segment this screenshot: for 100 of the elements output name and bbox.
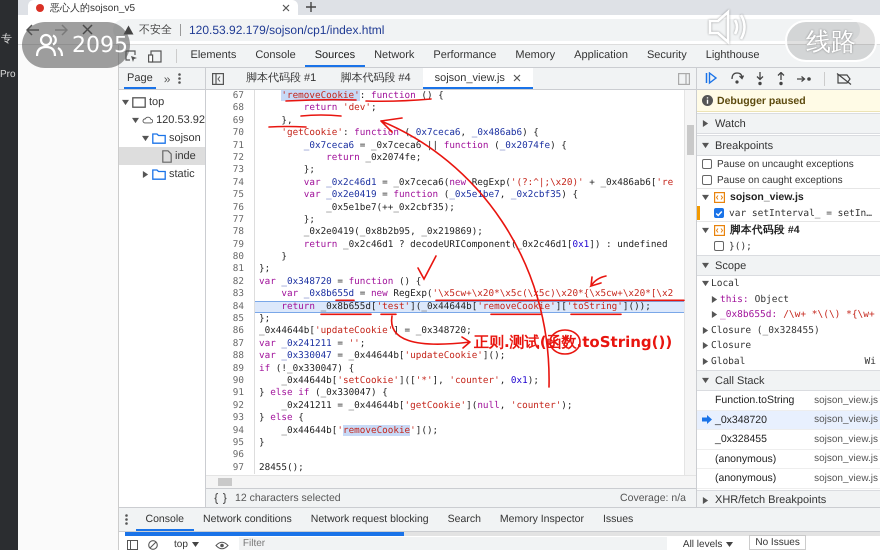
expand-arrow-icon[interactable] xyxy=(702,342,709,350)
panel-tab[interactable]: Security xyxy=(637,45,696,67)
more-options-icon[interactable] xyxy=(178,73,182,84)
panel-tab[interactable]: Elements xyxy=(181,45,246,67)
expand-arrow-icon[interactable] xyxy=(702,226,709,234)
panel-tab[interactable]: Application xyxy=(564,45,638,67)
drawer-tab[interactable]: Issues xyxy=(593,508,643,531)
expand-arrow-icon[interactable] xyxy=(711,311,718,318)
checkbox[interactable] xyxy=(714,241,724,251)
code-line: }; xyxy=(258,263,270,276)
line-number: 69 xyxy=(206,114,255,128)
scope-label: Local xyxy=(711,278,740,290)
call-frame[interactable]: (anonymous) sojson_view.js xyxy=(697,469,880,488)
step-out-icon[interactable] xyxy=(776,72,786,86)
call-frame[interactable]: _0x328455 sojson_view.js xyxy=(697,430,880,450)
file-tab[interactable]: 脚本代码段 #1 xyxy=(234,68,328,89)
deactivate-breakpoints-icon[interactable] xyxy=(836,72,852,84)
context-dropdown[interactable]: top xyxy=(168,539,205,550)
more-options-icon[interactable] xyxy=(125,514,128,525)
close-icon[interactable] xyxy=(512,74,521,82)
pretty-print-icon[interactable] xyxy=(214,492,227,504)
device-icon[interactable] xyxy=(148,50,162,62)
section-header[interactable]: XHR/fetch Breakpoints xyxy=(697,490,880,507)
panel-tab[interactable]: Console xyxy=(246,45,306,67)
expand-arrow-icon[interactable] xyxy=(702,358,709,365)
call-frame[interactable]: _0x348720 sojson_view.js xyxy=(697,410,880,430)
browser-tab[interactable]: 恶心人的sojson_v5 xyxy=(28,0,298,15)
expand-arrow-icon[interactable] xyxy=(702,496,709,504)
expand-arrow-icon[interactable] xyxy=(142,134,149,142)
expand-arrow-icon[interactable] xyxy=(702,280,709,288)
more-tabs-button[interactable]: » xyxy=(164,72,170,86)
panel-tab[interactable]: Memory xyxy=(506,45,565,67)
expand-arrow-icon[interactable] xyxy=(702,120,709,127)
section-header[interactable]: Scope xyxy=(697,255,880,276)
tree-item[interactable]: 120.53.92 xyxy=(119,111,205,129)
checkbox[interactable] xyxy=(702,159,712,169)
section-header[interactable]: Breakpoints xyxy=(697,135,880,156)
drawer-tab[interactable]: Network request blocking xyxy=(301,508,438,531)
file-tab[interactable]: sojson_view.js xyxy=(422,68,533,89)
log-levels-dropdown[interactable]: All levels xyxy=(676,539,740,550)
caret-icon xyxy=(726,542,734,547)
sidebar-toggle-icon[interactable] xyxy=(127,540,138,550)
code-line: 28455(); xyxy=(258,462,304,474)
new-tab-icon[interactable] xyxy=(306,2,316,12)
issues-button[interactable]: No Issues xyxy=(749,535,806,550)
warning-icon xyxy=(123,24,134,34)
back-icon[interactable] xyxy=(26,24,40,36)
eye-icon[interactable] xyxy=(214,541,229,550)
scope-value: Wi xyxy=(864,356,876,367)
clear-icon[interactable] xyxy=(148,540,158,550)
section-title: Watch xyxy=(715,118,746,130)
drawer-tab[interactable]: Network conditions xyxy=(194,508,302,531)
line-number: 93 xyxy=(206,412,255,425)
panel-tab[interactable]: Network xyxy=(364,45,424,67)
video-progress-bar[interactable] xyxy=(125,532,880,536)
checkbox[interactable] xyxy=(714,208,724,218)
script-file-icon xyxy=(714,224,725,236)
close-icon[interactable] xyxy=(282,4,290,12)
step-into-icon[interactable] xyxy=(755,72,765,86)
code-line: _0x2e0419(_0x8b2b95, _0x219869); xyxy=(302,226,483,239)
step-icon[interactable] xyxy=(797,74,813,84)
section-header[interactable]: Watch xyxy=(697,113,880,134)
expand-arrow-icon[interactable] xyxy=(711,296,718,303)
property-value: /\w+ *\(\) *{\w+ xyxy=(783,309,875,320)
expand-arrow-icon[interactable] xyxy=(122,98,129,106)
expand-arrow-icon[interactable] xyxy=(702,142,709,149)
expand-arrow-icon[interactable] xyxy=(132,116,139,124)
expand-arrow-icon[interactable] xyxy=(142,170,149,178)
tree-item[interactable]: sojson xyxy=(119,129,205,147)
line-number: 85 xyxy=(206,313,255,326)
scrollbar[interactable] xyxy=(684,90,696,475)
expand-arrow-icon[interactable] xyxy=(702,326,709,334)
sidebar-toggle-icon[interactable] xyxy=(212,72,224,84)
drawer-tab[interactable]: Search xyxy=(438,508,490,531)
property-value: Object xyxy=(754,294,789,305)
expand-arrow-icon[interactable] xyxy=(702,377,709,384)
tree-item[interactable]: static xyxy=(119,165,205,183)
expand-arrow-icon[interactable] xyxy=(702,194,709,200)
code-line: return 'dev'; xyxy=(302,102,377,115)
sidebar-toggle-icon[interactable] xyxy=(678,72,690,84)
file-tab[interactable]: 脚本代码段 #4 xyxy=(328,68,423,89)
scrollbar[interactable] xyxy=(206,475,696,488)
line-number: 96 xyxy=(206,449,255,462)
line-number: 90 xyxy=(206,374,255,388)
drawer-tab[interactable]: Memory Inspector xyxy=(490,508,594,531)
resume-icon[interactable] xyxy=(705,72,719,85)
tree-item[interactable]: top xyxy=(119,93,205,111)
close-icon[interactable] xyxy=(82,24,93,35)
section-title: Scope xyxy=(715,260,746,272)
inspect-icon[interactable] xyxy=(125,50,138,62)
panel-tab[interactable]: Performance xyxy=(424,45,506,67)
url-text: 120.53.92.179/sojson/cp1/index.html xyxy=(189,22,384,36)
step-over-icon[interactable] xyxy=(730,72,744,85)
expand-arrow-icon[interactable] xyxy=(702,262,709,269)
call-frame[interactable]: (anonymous) sojson_view.js xyxy=(697,450,880,469)
section-header[interactable]: Call Stack xyxy=(697,370,880,391)
panel-tab[interactable]: Lighthouse xyxy=(696,45,770,67)
checkbox[interactable] xyxy=(702,175,712,185)
filter-field[interactable]: Filter xyxy=(238,537,667,550)
tree-item[interactable]: inde xyxy=(119,147,205,165)
